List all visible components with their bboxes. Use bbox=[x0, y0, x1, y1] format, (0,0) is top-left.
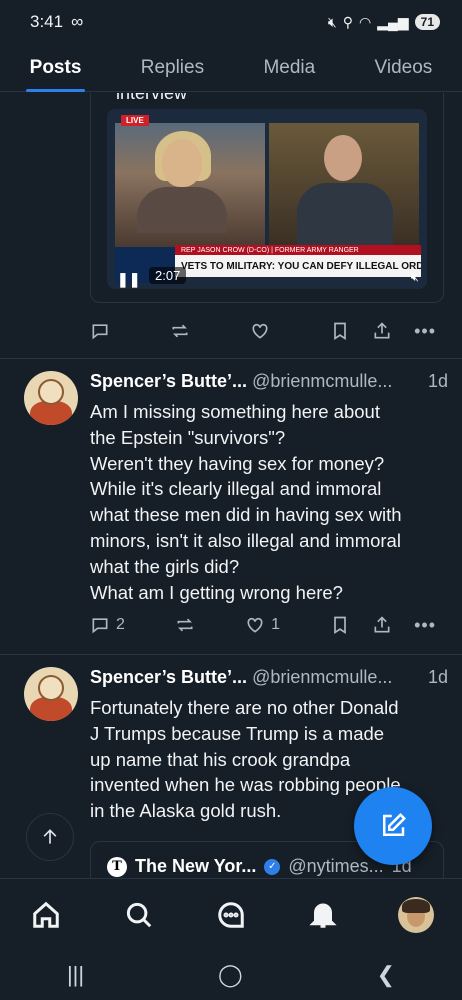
nyt-logo-icon: T bbox=[107, 856, 127, 877]
wifi-icon: ◠ bbox=[358, 13, 372, 30]
verified-icon: ✓ bbox=[264, 858, 281, 875]
repost-button[interactable] bbox=[175, 615, 195, 635]
reply-icon bbox=[92, 324, 108, 340]
status-time: 3:41 bbox=[30, 12, 64, 31]
chyron-name: REP JASON CROW (D-CO) | FORMER ARMY RANG… bbox=[175, 245, 421, 255]
tab-replies[interactable]: Replies bbox=[137, 44, 208, 92]
status-bar: 3:41 ∞ 🔇︎ ⚲ ◠ ▂▄▆ 71 bbox=[0, 0, 462, 44]
location-icon: ⚲ bbox=[342, 13, 353, 30]
post-header: Spencer’s Butte’... @brienmcmulle... bbox=[90, 371, 446, 392]
post-text-line: What am I getting wrong here? bbox=[90, 581, 343, 603]
author-name[interactable]: Spencer’s Butte’... bbox=[90, 371, 247, 391]
volume-mute-icon[interactable]: 🔇︎ bbox=[411, 269, 419, 285]
nav-search[interactable] bbox=[117, 893, 161, 937]
more-icon[interactable]: ••• bbox=[414, 321, 436, 342]
nav-notifications[interactable] bbox=[301, 893, 345, 937]
post-text-line: Fortunately there are no other Donald bbox=[90, 697, 399, 718]
guest-figure bbox=[297, 183, 393, 247]
repost-icon bbox=[177, 618, 193, 632]
home-icon bbox=[33, 901, 59, 928]
bookmark-icon[interactable] bbox=[330, 615, 350, 635]
chat-icon bbox=[218, 901, 244, 928]
avatar[interactable] bbox=[24, 371, 78, 425]
divider bbox=[0, 654, 462, 655]
more-icon[interactable]: ••• bbox=[414, 615, 436, 636]
post-text-line: While it's clearly illegal and immoral bbox=[90, 478, 382, 500]
post-text-line: what the girls did? bbox=[90, 555, 240, 577]
share-icon[interactable] bbox=[372, 615, 392, 635]
post-text-line: minors, isn't it also illegal and immora… bbox=[90, 529, 401, 551]
tab-media[interactable]: Media bbox=[259, 44, 319, 92]
bell-icon bbox=[309, 903, 337, 928]
like-button[interactable] bbox=[250, 321, 270, 341]
repost-icon bbox=[172, 324, 188, 338]
home-circle-icon[interactable]: ◯ bbox=[218, 962, 243, 988]
post-text-line: Weren't they having sex for money? bbox=[90, 452, 385, 474]
post-text-line: what these men did in having sex with bbox=[90, 504, 402, 526]
avatar[interactable] bbox=[24, 667, 78, 721]
share-icon[interactable] bbox=[372, 321, 392, 341]
anchor-face bbox=[162, 139, 202, 187]
post-text-line: J Trumps because Trump is a made bbox=[90, 722, 385, 744]
scroll-to-top-button[interactable] bbox=[26, 813, 74, 861]
author-handle[interactable]: @brienmcmulle... bbox=[252, 667, 392, 687]
reply-icon bbox=[92, 618, 108, 634]
post-time: 1d bbox=[425, 371, 448, 392]
reply-button[interactable]: 2 bbox=[90, 615, 125, 635]
compose-button[interactable] bbox=[354, 787, 432, 865]
compose-icon bbox=[383, 812, 407, 836]
mute-icon: 🔇︎ bbox=[327, 13, 337, 30]
tab-posts[interactable]: Posts bbox=[25, 44, 86, 92]
post-actions: 2 1 ••• bbox=[90, 613, 436, 637]
divider bbox=[0, 358, 462, 359]
nav-home[interactable] bbox=[24, 893, 68, 937]
profile-avatar[interactable] bbox=[397, 896, 434, 933]
nav-chat[interactable] bbox=[209, 893, 253, 937]
live-badge: LIVE bbox=[121, 115, 149, 126]
voicemail-icon: ∞ bbox=[71, 12, 84, 31]
battery-indicator: 71 bbox=[414, 14, 440, 30]
reply-count: 2 bbox=[116, 616, 125, 633]
video-time: 2:07 bbox=[149, 267, 187, 284]
status-icons: 🔇︎ ⚲ ◠ ▂▄▆ 71 bbox=[328, 14, 440, 31]
search-icon bbox=[126, 902, 151, 927]
post-text-line: the Epstein "survivors"? bbox=[90, 426, 286, 448]
chyron-headline: VETS TO MILITARY: YOU CAN DEFY ILLEGAL O… bbox=[175, 255, 421, 277]
reply-button[interactable] bbox=[90, 321, 110, 341]
post-actions: ••• bbox=[90, 319, 436, 343]
author-handle[interactable]: @brienmcmulle... bbox=[252, 371, 392, 391]
recent-apps-icon[interactable]: ||| bbox=[67, 962, 84, 988]
system-nav-bar: ||| ◯ ❮ bbox=[0, 950, 462, 1000]
profile-tabs: Posts Replies Media Videos bbox=[0, 44, 462, 92]
arrow-up-icon bbox=[43, 829, 57, 844]
heart-icon bbox=[247, 617, 263, 633]
author-name[interactable]: Spencer’s Butte’... bbox=[90, 667, 247, 687]
guest-face bbox=[324, 135, 362, 181]
repost-button[interactable] bbox=[170, 321, 190, 341]
post-text-line: up name that his crook grandpa bbox=[90, 748, 351, 770]
tab-videos[interactable]: Videos bbox=[371, 44, 437, 92]
bottom-nav bbox=[0, 878, 462, 950]
post-text-line: Am I missing something here about bbox=[90, 401, 380, 422]
post-header: Spencer’s Butte’... @brienmcmulle... bbox=[90, 667, 446, 688]
feed: interview LIVE REP JASON CROW (D-CO) | F… bbox=[0, 93, 462, 878]
anchor-figure bbox=[137, 187, 227, 233]
signal-icon: ▂▄▆ bbox=[377, 13, 409, 30]
post-time: 1d bbox=[425, 667, 448, 688]
video-player[interactable]: LIVE REP JASON CROW (D-CO) | FORMER ARMY… bbox=[107, 109, 427, 289]
back-icon[interactable]: ❮ bbox=[377, 962, 395, 988]
like-button[interactable]: 1 bbox=[245, 615, 280, 635]
heart-icon bbox=[252, 323, 268, 339]
pause-icon[interactable]: ❚❚ bbox=[117, 271, 140, 288]
nav-profile[interactable] bbox=[394, 893, 438, 937]
post-text: Am I missing something here about the Ep… bbox=[90, 399, 448, 605]
like-count: 1 bbox=[271, 616, 280, 633]
quote-handle: @nytimes... bbox=[288, 856, 384, 876]
embed-title: interview bbox=[116, 93, 188, 103]
quote-author: The New Yor... bbox=[135, 856, 257, 876]
bookmark-icon[interactable] bbox=[330, 321, 350, 341]
